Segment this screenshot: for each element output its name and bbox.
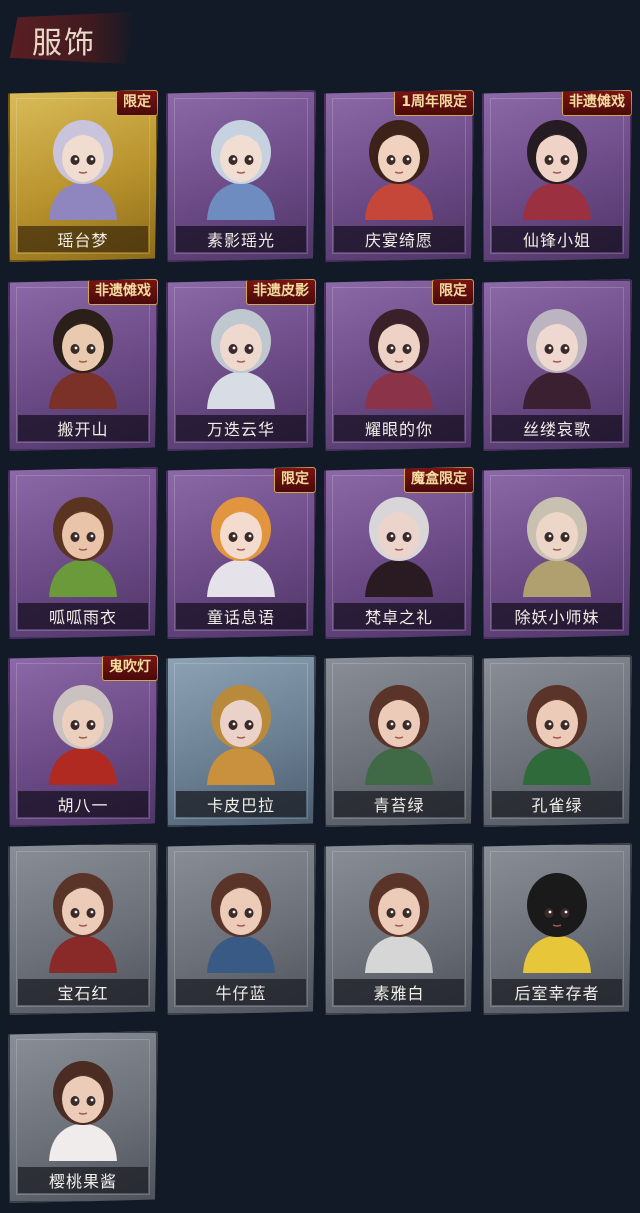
outfit-label-bar: 童话息语 [176,603,306,629]
outfit-label-bar: 卡皮巴拉 [176,791,306,817]
outfit-name: 牛仔蓝 [215,984,267,1003]
character-portrait [365,497,433,597]
outfit-card[interactable]: 耀眼的你 限定 [324,279,474,451]
outfit-label-bar: 樱桃果酱 [18,1167,148,1193]
outfit-card[interactable]: 宝石红 [8,843,158,1015]
character-portrait [49,309,117,409]
outfit-card[interactable]: 万迭云华 非遗皮影 [166,279,316,451]
character-portrait [365,120,433,220]
character-portrait [523,497,591,597]
outfit-card[interactable]: 胡八一 鬼吹灯 [8,655,158,827]
limited-badge: 限定 [432,279,474,305]
outfit-card[interactable]: 梵卓之礼 魔盒限定 [324,467,474,639]
character-portrait [207,309,275,409]
outfit-card[interactable]: 童话息语 限定 [166,467,316,639]
outfit-label-bar: 孔雀绿 [492,791,622,817]
character-portrait [523,685,591,785]
limited-badge: 非遗傩戏 [88,279,158,305]
outfit-name: 孔雀绿 [531,796,583,815]
character-portrait [207,873,275,973]
outfit-label-bar: 庆宴绮愿 [334,226,464,252]
outfit-card[interactable]: 后室幸存者 [482,843,632,1015]
character-portrait [365,873,433,973]
character-portrait [49,685,117,785]
outfit-label-bar: 宝石红 [18,979,148,1005]
outfit-name: 卡皮巴拉 [206,796,275,815]
character-portrait [49,1061,117,1161]
outfit-label-bar: 素影瑶光 [176,226,306,252]
outfit-name: 樱桃果酱 [48,1172,117,1191]
character-portrait [365,685,433,785]
outfit-label-bar: 搬开山 [18,415,148,441]
limited-badge: 非遗傩戏 [562,90,632,116]
limited-badge: 限定 [274,467,316,493]
limited-badge: 非遗皮影 [246,279,316,305]
outfit-card[interactable]: 丝缕哀歌 [482,279,632,451]
outfit-card[interactable]: 搬开山 非遗傩戏 [8,279,158,451]
outfit-label-bar: 除妖小师妹 [492,603,622,629]
outfit-name: 搬开山 [57,420,109,439]
character-portrait [49,873,117,973]
outfit-card[interactable]: 除妖小师妹 [482,467,632,639]
outfit-name: 除妖小师妹 [514,608,600,627]
outfit-name: 童话息语 [206,608,275,627]
outfit-label-bar: 梵卓之礼 [334,603,464,629]
outfit-name: 万迭云华 [206,420,275,439]
limited-badge: 1周年限定 [394,90,474,116]
outfit-card[interactable]: 素雅白 [324,843,474,1015]
outfit-grid: 瑶台梦 限定 素影瑶光 庆宴绮愿 1周年限定 仙锋小姐 非遗傩戏 搬开山 非遗傩戏 万迭云华 非遗皮… [0,0,640,1213]
outfit-card[interactable]: 庆宴绮愿 1周年限定 [324,90,474,262]
character-portrait [523,873,591,973]
outfit-name: 胡八一 [57,796,109,815]
outfit-label-bar: 呱呱雨衣 [18,603,148,629]
outfit-name: 耀眼的你 [364,420,433,439]
outfit-label-bar: 胡八一 [18,791,148,817]
character-portrait [49,497,117,597]
outfit-name: 素雅白 [373,984,425,1003]
outfit-card[interactable]: 樱桃果酱 [8,1031,158,1203]
outfit-name: 仙锋小姐 [522,231,591,250]
character-portrait [207,497,275,597]
limited-badge: 魔盒限定 [404,467,474,493]
character-portrait [207,120,275,220]
outfit-card[interactable]: 卡皮巴拉 [166,655,316,827]
outfit-card[interactable]: 孔雀绿 [482,655,632,827]
outfit-name: 呱呱雨衣 [48,608,117,627]
outfit-name: 青苔绿 [373,796,425,815]
limited-badge: 鬼吹灯 [102,655,158,681]
outfit-label-bar: 素雅白 [334,979,464,1005]
outfit-name: 瑶台梦 [57,231,109,250]
character-portrait [523,120,591,220]
outfit-label-bar: 仙锋小姐 [492,226,622,252]
outfit-card[interactable]: 牛仔蓝 [166,843,316,1015]
outfit-card[interactable]: 青苔绿 [324,655,474,827]
limited-badge: 限定 [116,90,158,116]
outfit-label-bar: 丝缕哀歌 [492,415,622,441]
outfit-label-bar: 青苔绿 [334,791,464,817]
outfit-label-bar: 耀眼的你 [334,415,464,441]
character-portrait [207,685,275,785]
outfit-name: 素影瑶光 [206,231,275,250]
outfit-card[interactable]: 仙锋小姐 非遗傩戏 [482,90,632,262]
outfit-card[interactable]: 呱呱雨衣 [8,467,158,639]
outfit-name: 庆宴绮愿 [364,231,433,250]
outfit-name: 丝缕哀歌 [522,420,591,439]
character-portrait [49,120,117,220]
character-portrait [523,309,591,409]
outfit-card[interactable]: 瑶台梦 限定 [8,90,158,262]
outfit-name: 后室幸存者 [514,984,600,1003]
outfit-label-bar: 瑶台梦 [18,226,148,252]
outfit-card[interactable]: 素影瑶光 [166,90,316,262]
outfit-label-bar: 后室幸存者 [492,979,622,1005]
outfit-label-bar: 牛仔蓝 [176,979,306,1005]
outfit-name: 梵卓之礼 [364,608,433,627]
character-portrait [365,309,433,409]
outfit-label-bar: 万迭云华 [176,415,306,441]
outfit-name: 宝石红 [57,984,109,1003]
